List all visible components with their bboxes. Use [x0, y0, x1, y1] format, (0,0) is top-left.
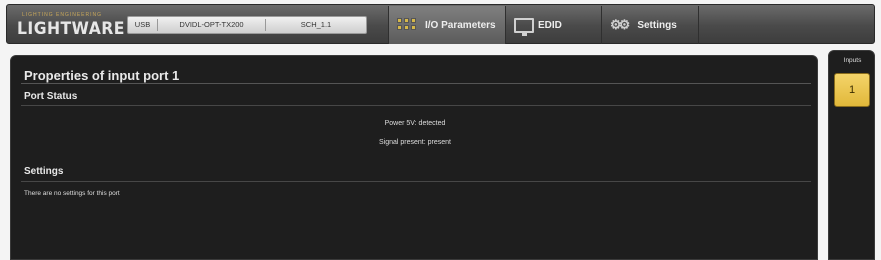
io-ports-icon — [397, 18, 421, 32]
panel-title: Properties of input port 1 — [24, 68, 180, 83]
connection-info: USB DVIDL-OPT-TX200 SCH_1.1 — [127, 16, 367, 34]
monitor-icon — [514, 17, 534, 36]
tab-label: EDID — [538, 19, 562, 31]
signal-status: Signal present: present — [379, 139, 451, 146]
power-status: Power 5V: detected — [384, 120, 446, 127]
settings-heading: Settings — [24, 166, 64, 177]
divider — [21, 83, 811, 84]
input-port-1-button[interactable]: 1 — [834, 73, 870, 107]
top-bar: LIGHTING ENGINEERING LIGHTWARE USB DVIDL… — [6, 4, 875, 44]
inputs-label: Inputs — [843, 57, 862, 64]
port-status-heading: Port Status — [24, 91, 78, 102]
divider — [21, 181, 811, 182]
brand-logo: LIGHTING ENGINEERING LIGHTWARE — [17, 12, 124, 39]
properties-panel: Properties of input port 1 Port Status P… — [10, 55, 818, 260]
brand-tagline: LIGHTING ENGINEERING — [22, 12, 103, 18]
tab-label: Settings — [637, 19, 677, 31]
connection-interface: USB — [128, 19, 158, 31]
connection-device: DVIDL-OPT-TX200 — [158, 19, 266, 31]
tab-edid[interactable]: EDID — [505, 6, 601, 44]
tab-label: I/O Parameters — [425, 19, 496, 31]
inputs-rail: Inputs 1 — [828, 50, 875, 260]
gears-icon: ⚙⚙ — [610, 17, 630, 32]
connection-firmware: SCH_1.1 — [300, 20, 332, 29]
tab-settings[interactable]: ⚙⚙ Settings — [601, 6, 699, 44]
settings-note: There are no settings for this port — [24, 190, 120, 197]
divider — [21, 105, 811, 106]
tab-io-parameters[interactable]: I/O Parameters — [388, 6, 505, 44]
brand-name: LIGHTWARE — [17, 19, 125, 39]
